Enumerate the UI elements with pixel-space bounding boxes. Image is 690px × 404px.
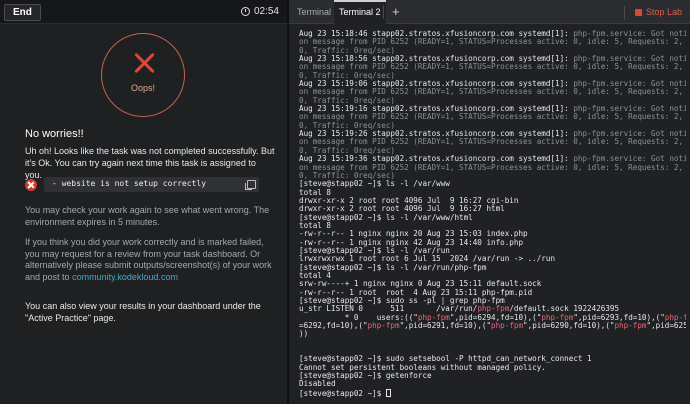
terminal-line: [steve@stapp02 ~]$ ls -l /var/www (299, 180, 687, 188)
timer: 02:54 (240, 6, 279, 17)
terminal-output[interactable]: Aug 23 15:18:46 stapp02.stratos.xfusionc… (299, 30, 687, 404)
terminal-text: ",pid=6291,fd=10),(" (399, 321, 492, 331)
error-box: - website is not setup correctly (44, 177, 259, 192)
error-item: - website is not setup correctly (25, 177, 259, 193)
terminal-tab-bar: Terminal 1 Terminal 2 + Stop Lab (289, 0, 690, 24)
terminal-line: [steve@stapp02 ~]$ ls -l /var/run/php-fp… (299, 263, 687, 272)
end-tab[interactable]: End (4, 4, 41, 21)
clock-icon (240, 7, 250, 16)
review-text-block: If you think you did your work correctly… (25, 237, 280, 283)
terminal-text: Disabled (299, 379, 336, 389)
terminal-line: =6292,fd=10),("php-fpm",pid=6291,fd=10),… (299, 321, 688, 331)
stop-separator (623, 5, 625, 20)
error-text: - website is not setup correctly (52, 179, 207, 188)
terminal-line: Disabled (299, 380, 687, 388)
terminal-text: =6292,fd=10),(" (299, 321, 368, 331)
tab-terminal-2[interactable]: Terminal 2 (334, 0, 386, 24)
terminal-text: php-fpm (491, 321, 524, 331)
terminal-scrollbar[interactable] (686, 25, 690, 404)
result-heading: No worries!! (25, 128, 84, 140)
oops-label: Oops! (130, 83, 155, 93)
dashboard-text: You can also view your results in your d… (25, 301, 261, 323)
terminal-line: )) (299, 330, 687, 338)
terminal-panel: Terminal 1 Terminal 2 + Stop Lab Aug 23 … (289, 0, 690, 404)
stop-icon (634, 9, 642, 16)
check-work-text: You may check your work again to see wha… (25, 205, 270, 227)
result-panel: End 02:54 Oops! No worries!! Uh oh! Look… (0, 0, 287, 404)
terminal-text: php-fpm (367, 321, 400, 331)
result-panel-header: End 02:54 (0, 0, 287, 24)
terminal-cursor (385, 388, 391, 397)
copy-icon[interactable] (245, 180, 256, 190)
terminal-line: [steve@stapp02 ~]$ ls -l /var/www/html (299, 213, 687, 222)
terminal-text: ",pid=6252,fd=8 (646, 321, 688, 331)
terminal-text: [steve@stapp02 ~]$ (299, 388, 386, 398)
timer-value: 02:54 (253, 6, 279, 17)
failure-badge: Oops! (101, 33, 185, 117)
error-icon (25, 179, 37, 191)
result-message: Uh oh! Looks like the task was not compl… (25, 146, 275, 180)
cross-icon (132, 51, 156, 75)
terminal-line: [steve@stapp02 ~]$ getenforce (299, 371, 687, 380)
terminal-text: ",pid=6290,fd=10),(" (523, 321, 615, 331)
add-tab-icon[interactable]: + (392, 4, 400, 19)
community-link[interactable]: community.kodekloud.com (72, 272, 178, 282)
terminal-line: [steve@stapp02 ~]$ (299, 388, 687, 398)
terminal-text: php-fpm (614, 321, 647, 331)
stop-lab-label: Stop Lab (645, 7, 682, 17)
stop-lab-button[interactable]: Stop Lab (623, 5, 682, 20)
tab-separator (383, 5, 384, 19)
